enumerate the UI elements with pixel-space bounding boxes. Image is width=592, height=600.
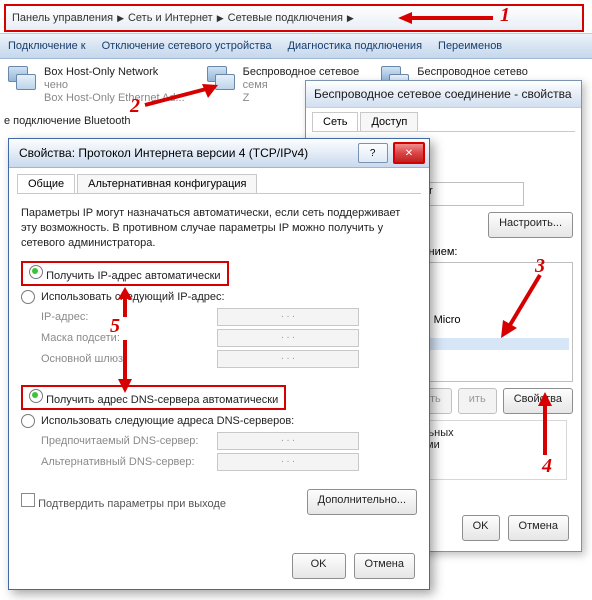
chevron-right-icon: ▶ — [217, 13, 224, 24]
dialog-title: Беспроводное сетевое соединение - свойст… — [306, 81, 581, 108]
radio-auto-ip[interactable] — [29, 265, 43, 279]
toolbar-disable[interactable]: Отключение сетевого устройства — [102, 40, 272, 52]
configure-button[interactable]: Настроить... — [488, 212, 573, 238]
radio-manual-dns-label: Использовать следующие адреса DNS-сервер… — [41, 415, 294, 427]
bc-item[interactable]: Сетевые подключения — [228, 12, 343, 24]
ok-button[interactable]: OK — [292, 553, 346, 579]
radio-manual-ip[interactable] — [21, 290, 35, 304]
chevron-right-icon: ▶ — [347, 13, 354, 24]
info-text: Параметры IP могут назначаться автоматич… — [21, 206, 417, 251]
help-button[interactable]: ? — [358, 143, 388, 163]
adapter-bluetooth[interactable]: е подключение Bluetooth — [4, 115, 131, 127]
close-button[interactable]: ✕ — [393, 142, 425, 164]
tab-access[interactable]: Доступ — [360, 112, 418, 131]
radio-auto-dns[interactable] — [29, 389, 43, 403]
tab-network[interactable]: Сеть — [312, 112, 358, 131]
checkbox-confirm-label: Подтвердить параметры при выходе — [38, 498, 226, 510]
toolbar-diagnose[interactable]: Диагностика подключения — [288, 40, 422, 52]
cancel-button[interactable]: Отмена — [508, 515, 569, 541]
tab-general[interactable]: Общие — [17, 174, 75, 193]
label-dns1: Предпочитаемый DNS-сервер: — [41, 435, 211, 447]
radio-auto-ip-label: Получить IP-адрес автоматически — [46, 270, 220, 282]
toolbar-connect[interactable]: Подключение к — [8, 40, 86, 52]
radio-auto-dns-label: Получить адрес DNS-сервера автоматически — [46, 394, 278, 406]
command-toolbar: Подключение к Отключение сетевого устрой… — [0, 33, 592, 59]
bc-item[interactable]: Панель управления — [12, 12, 113, 24]
chevron-right-icon: ▶ — [117, 13, 124, 24]
field-dns2: . . . — [217, 453, 359, 471]
field-gateway: . . . — [217, 350, 359, 368]
dialog-title: Свойства: Протокол Интернета версии 4 (T… — [19, 146, 308, 160]
advanced-button[interactable]: Дополнительно... — [307, 489, 417, 515]
adapter-title: Беспроводное сетево — [417, 66, 528, 79]
adapter-title: Беспроводное сетевое — [243, 66, 360, 79]
annotation-2: 2 — [130, 95, 140, 118]
ipv4-properties-dialog: Свойства: Протокол Интернета версии 4 (T… — [8, 138, 430, 590]
bc-item[interactable]: Сеть и Интернет — [128, 12, 213, 24]
uninstall-button[interactable]: ить — [458, 388, 497, 414]
field-mask: . . . — [217, 329, 359, 347]
radio-manual-dns[interactable] — [21, 414, 35, 428]
label-dns2: Альтернативный DNS-сервер: — [41, 456, 211, 468]
field-dns1: . . . — [217, 432, 359, 450]
cancel-button[interactable]: Отмена — [354, 553, 415, 579]
ok-button[interactable]: OK — [462, 515, 500, 541]
annotation-1: 1 — [500, 4, 510, 27]
tab-alt-config[interactable]: Альтернативная конфигурация — [77, 174, 257, 193]
checkbox-confirm[interactable] — [21, 493, 35, 507]
network-adapter-icon — [6, 66, 38, 92]
field-ipaddr: . . . — [217, 308, 359, 326]
toolbar-rename[interactable]: Переименов — [438, 40, 502, 52]
adapter-title: Box Host-Only Network — [44, 66, 185, 79]
